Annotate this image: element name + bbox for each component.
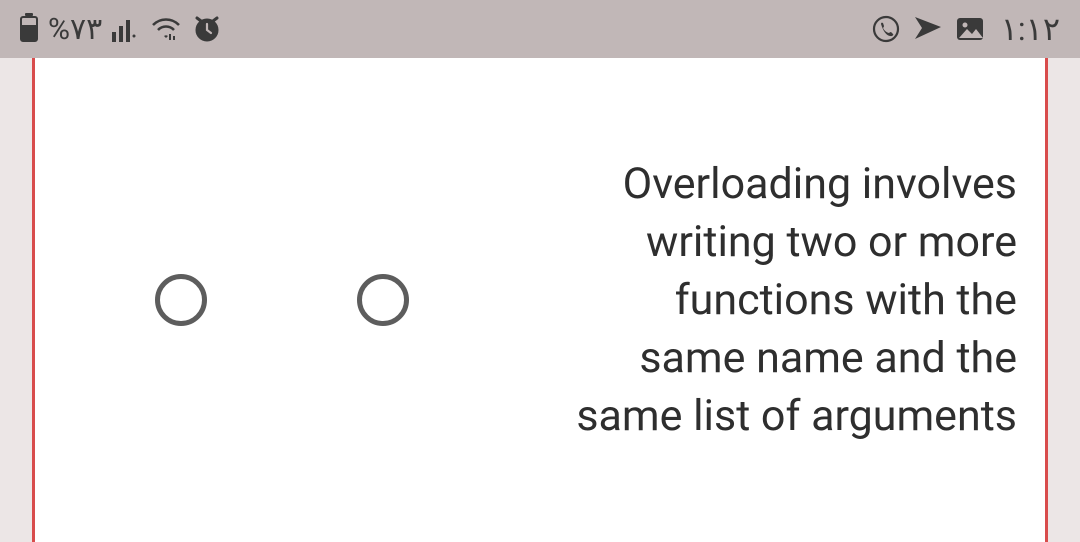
radio-option-2[interactable] (357, 274, 409, 326)
content-area: Overloading involves writing two or more… (0, 58, 1080, 542)
status-left: %۷۳ (20, 12, 222, 47)
call-icon (871, 14, 901, 44)
wifi-icon (150, 16, 182, 42)
radio-group (155, 274, 409, 326)
question-card: Overloading involves writing two or more… (32, 58, 1048, 542)
alarm-icon (192, 14, 222, 44)
battery-percent: %۷۳ (48, 12, 102, 47)
status-right: ۱:۱۲ (871, 10, 1060, 48)
picture-icon (955, 16, 985, 42)
signal-icon (112, 16, 140, 42)
question-text: Overloading involves writing two or more… (559, 155, 1017, 445)
send-icon (913, 15, 943, 43)
battery-icon (20, 16, 38, 42)
radio-option-1[interactable] (155, 274, 207, 326)
status-bar: %۷۳ (0, 0, 1080, 58)
clock-time: ۱:۱۲ (1001, 10, 1060, 48)
